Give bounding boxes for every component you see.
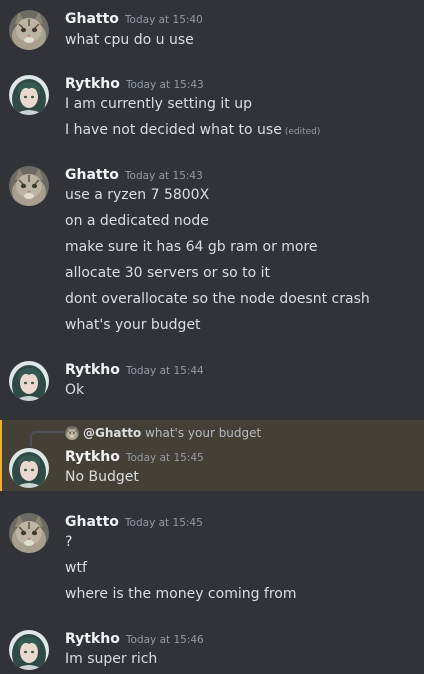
message-header: Ghatto Today at 15:40 — [65, 8, 203, 28]
username[interactable]: Ghatto — [65, 167, 119, 183]
reply-preview-text[interactable]: what's your budget — [145, 426, 261, 440]
message-text: what's your budget — [65, 317, 201, 333]
timestamp[interactable]: Today at 15:46 — [126, 634, 204, 646]
timestamp[interactable]: Today at 15:45 — [125, 517, 203, 529]
anime-avatar[interactable] — [9, 361, 49, 401]
username[interactable]: Ghatto — [65, 11, 119, 27]
message-text: ? — [65, 534, 73, 550]
timestamp[interactable]: Today at 15:44 — [126, 365, 204, 377]
message-text: make sure it has 64 gb ram or more — [65, 239, 318, 255]
message-header: Rytkho Today at 15:46 — [65, 628, 204, 648]
message-text: Ok — [65, 382, 85, 398]
cat-avatar[interactable] — [9, 10, 49, 50]
cat-avatar[interactable] — [9, 166, 49, 206]
message-header: Rytkho Today at 15:45 — [65, 446, 204, 466]
timestamp[interactable]: Today at 15:40 — [125, 14, 203, 26]
timestamp[interactable]: Today at 15:43 — [126, 79, 204, 91]
anime-avatar[interactable] — [9, 448, 49, 488]
message-text: dont overallocate so the node doesnt cra… — [65, 291, 370, 307]
message-text: wtf — [65, 560, 87, 576]
message-text-edited: I have not decided what to use (edited) — [65, 119, 320, 141]
message-text: where is the money coming from — [65, 586, 297, 602]
cat-avatar[interactable] — [9, 513, 49, 553]
message-text: No Budget — [65, 469, 139, 485]
message-text: what cpu do u use — [65, 32, 194, 48]
message-header: Ghatto Today at 15:45 — [65, 511, 203, 531]
reply-reference[interactable]: @Ghatto what's your budget — [65, 424, 261, 442]
message-header: Rytkho Today at 15:43 — [65, 73, 204, 93]
message-text: I am currently setting it up — [65, 96, 252, 112]
username[interactable]: Ghatto — [65, 514, 119, 530]
mention-highlight-bar — [0, 420, 2, 491]
message-text: use a ryzen 7 5800X — [65, 187, 210, 203]
message-header: Ghatto Today at 15:43 — [65, 164, 203, 184]
anime-avatar[interactable] — [9, 75, 49, 115]
reply-mention[interactable]: @Ghatto — [83, 426, 141, 440]
username[interactable]: Rytkho — [65, 76, 120, 92]
username[interactable]: Rytkho — [65, 362, 120, 378]
message-text: Im super rich — [65, 651, 158, 667]
message-header: Rytkho Today at 15:44 — [65, 359, 204, 379]
message-text: I have not decided what to use — [65, 122, 282, 138]
username[interactable]: Rytkho — [65, 631, 120, 647]
message-text: on a dedicated node — [65, 213, 209, 229]
message-text: allocate 30 servers or so to it — [65, 265, 271, 281]
reply-spine — [30, 431, 64, 447]
anime-avatar[interactable] — [9, 630, 49, 670]
edited-label[interactable]: (edited) — [285, 127, 321, 137]
username[interactable]: Rytkho — [65, 449, 120, 465]
timestamp[interactable]: Today at 15:45 — [126, 452, 204, 464]
timestamp[interactable]: Today at 15:43 — [125, 170, 203, 182]
cat-avatar — [65, 426, 79, 440]
